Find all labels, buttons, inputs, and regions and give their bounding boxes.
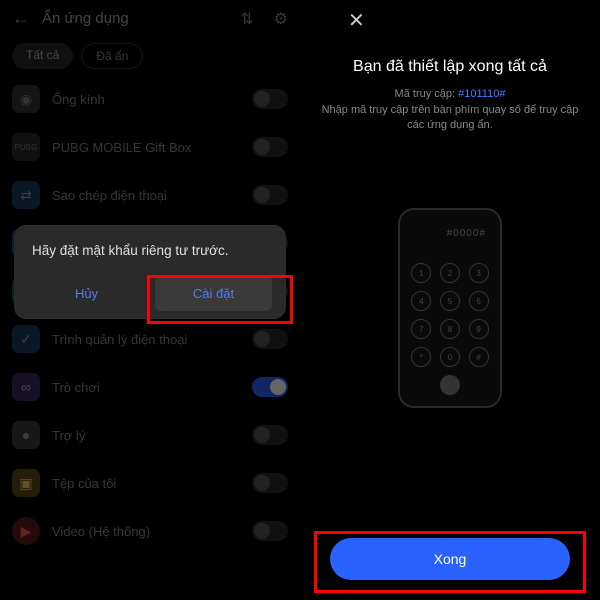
app-icon: ✓ <box>12 325 40 353</box>
dialkey: 7 <box>411 319 431 339</box>
setup-title: Bạn đã thiết lập xong tất cả <box>316 58 584 76</box>
app-name: Trình quản lý điện thoại <box>52 332 240 347</box>
list-item: PUBG PUBG MOBILE Gift Box <box>12 123 288 171</box>
page-title: Ẩn ứng dụng <box>42 10 228 27</box>
tab-all[interactable]: Tất cả <box>12 43 73 69</box>
list-item: ✓ Trình quản lý điện thoại <box>12 315 288 363</box>
toggle[interactable] <box>252 521 288 541</box>
gear-icon[interactable]: ⚙ <box>274 9 288 29</box>
close-icon[interactable]: ✕ <box>348 8 365 33</box>
dialkey: 5 <box>440 291 460 311</box>
dialog-message: Hãy đặt mật khẩu riêng tư trước. <box>28 243 272 258</box>
dialkey: 6 <box>469 291 489 311</box>
tabs: Tất cả Đã ẩn <box>0 37 300 75</box>
app-icon: ∞ <box>12 373 40 401</box>
phone-display: #0000# <box>410 228 490 239</box>
dialkey: 1 <box>411 263 431 283</box>
settings-button[interactable]: Cài đặt <box>155 276 272 311</box>
app-name: Tệp của tôi <box>52 476 240 491</box>
dialkey: 9 <box>469 319 489 339</box>
tab-hidden[interactable]: Đã ẩn <box>81 43 143 69</box>
setup-description: Nhập mã truy cập trên bàn phím quay số đ… <box>316 103 584 134</box>
cancel-button[interactable]: Hủy <box>28 276 145 311</box>
phone-illustration: #0000# 1 2 3 4 5 6 7 8 9 * 0 # <box>398 208 502 408</box>
toggle[interactable] <box>252 329 288 349</box>
list-item: ● Trợ lý <box>12 411 288 459</box>
list-item: ◉ Ống kính <box>12 75 288 123</box>
dialkey: # <box>469 347 489 367</box>
right-screenshot: ✕ Bạn đã thiết lập xong tất cả Mã truy c… <box>300 0 600 600</box>
app-name: Trợ lý <box>52 428 240 443</box>
toggle[interactable] <box>252 137 288 157</box>
dialog-buttons: Hủy Cài đặt <box>28 276 272 311</box>
password-dialog: Hãy đặt mật khẩu riêng tư trước. Hủy Cài… <box>14 225 286 319</box>
app-name: PUBG MOBILE Gift Box <box>52 140 240 155</box>
code-label: Mã truy cập: <box>395 88 459 100</box>
filter-icon[interactable]: ⇅ <box>240 9 253 29</box>
dialkey: 8 <box>440 319 460 339</box>
access-code-line: Mã truy cập: #101110# <box>316 88 584 100</box>
app-name: Video (Hệ thống) <box>52 524 240 539</box>
dialkey-home <box>440 375 460 395</box>
list-item: ▶ Video (Hệ thống) <box>12 507 288 555</box>
toggle[interactable] <box>252 473 288 493</box>
toggle[interactable] <box>252 425 288 445</box>
dialkey: * <box>411 347 431 367</box>
access-code: #101110# <box>458 88 505 100</box>
header: ← Ẩn ứng dụng ⇅ ⚙ <box>0 0 300 37</box>
toggle[interactable] <box>252 89 288 109</box>
app-name: Sao chép điện thoại <box>52 188 240 203</box>
dialkey: 3 <box>469 263 489 283</box>
back-icon[interactable]: ← <box>12 8 30 29</box>
toggle[interactable] <box>252 185 288 205</box>
list-item: ∞ Trò chơi <box>12 363 288 411</box>
done-button[interactable]: Xong <box>330 538 570 580</box>
app-icon: PUBG <box>12 133 40 161</box>
app-icon: ▶ <box>12 517 40 545</box>
app-icon: ◉ <box>12 85 40 113</box>
app-icon: ▣ <box>12 469 40 497</box>
app-icon: ● <box>12 421 40 449</box>
app-icon: ⇄ <box>12 181 40 209</box>
dialpad: 1 2 3 4 5 6 7 8 9 * 0 # <box>410 263 490 395</box>
list-item: ▣ Tệp của tôi <box>12 459 288 507</box>
dialkey: 0 <box>440 347 460 367</box>
toggle[interactable] <box>252 377 288 397</box>
app-name: Trò chơi <box>52 380 240 395</box>
left-screenshot: ← Ẩn ứng dụng ⇅ ⚙ Tất cả Đã ẩn ◉ Ống kín… <box>0 0 300 600</box>
list-item: ⇄ Sao chép điện thoại <box>12 171 288 219</box>
dialkey: 2 <box>440 263 460 283</box>
app-name: Ống kính <box>52 92 240 107</box>
setup-content: Bạn đã thiết lập xong tất cả Mã truy cập… <box>300 58 600 134</box>
dialkey: 4 <box>411 291 431 311</box>
